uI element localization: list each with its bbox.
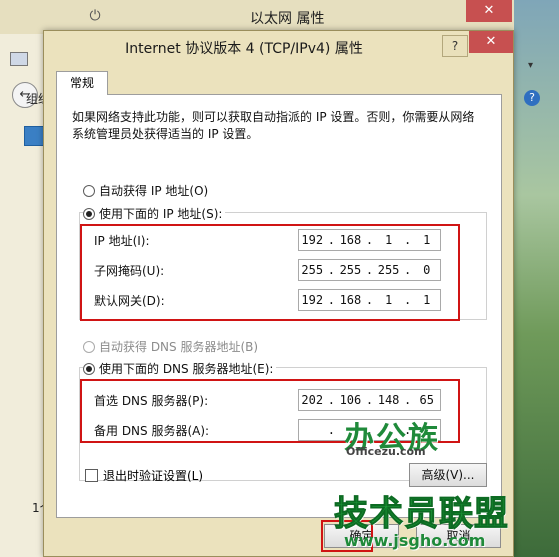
dialog-title: Internet 协议版本 4 (TCP/IPv4) 属性 [125, 41, 363, 57]
watermark-brand2: 技术员联盟 [334, 494, 509, 535]
radio-indicator [83, 340, 95, 353]
background-right-pane: ▾ [514, 34, 559, 557]
dialog-help-button[interactable]: ? [442, 35, 468, 57]
network-adapter-icon: ⏻ [89, 8, 101, 24]
tcpip-properties-dialog: Internet 协议版本 4 (TCP/IPv4) 属性 ? ✕ 常规 如果网… [43, 30, 514, 557]
background-window-title: 以太网 属性 [250, 11, 325, 27]
auto-dns-label: 自动获得 DNS 服务器地址(B) [99, 340, 259, 354]
manual-dns-label: 使用下面的 DNS 服务器地址(E): [99, 362, 274, 376]
radio-indicator [83, 207, 95, 220]
explorer-icon [10, 52, 28, 66]
background-titlebar: ⏻ 以太网 属性 ✕ [0, 0, 514, 34]
auto-ip-label: 自动获得 IP 地址(O) [99, 184, 209, 198]
background-left-pane: ← [0, 34, 44, 557]
dialog-close-button[interactable]: ✕ [469, 31, 513, 53]
help-icon[interactable]: ? [524, 90, 540, 106]
radio-indicator [83, 184, 95, 197]
watermark-brand1-url: Officezu.com [346, 445, 426, 458]
checkbox-indicator [85, 469, 98, 482]
manual-ip-radio[interactable]: 使用下面的 IP 地址(S): [83, 205, 226, 222]
validate-label: 退出时验证设置(L) [103, 469, 204, 483]
chevron-down-icon[interactable]: ▾ [528, 60, 533, 71]
advanced-button[interactable]: 高级(V)... [409, 463, 487, 487]
validate-checkbox[interactable]: 退出时验证设置(L) [85, 467, 203, 484]
ip-highlight-box [80, 224, 460, 321]
description-text: 如果网络支持此功能，则可以获取自动指派的 IP 设置。否则，你需要从网络系统管理… [72, 110, 475, 141]
background-close-button[interactable]: ✕ [466, 0, 512, 22]
tab-general[interactable]: 常规 [56, 71, 108, 95]
radio-indicator [83, 362, 95, 375]
auto-dns-radio[interactable]: 自动获得 DNS 服务器地址(B) [83, 338, 258, 355]
manual-dns-radio[interactable]: 使用下面的 DNS 服务器地址(E): [83, 360, 277, 377]
auto-ip-radio[interactable]: 自动获得 IP 地址(O) [83, 182, 208, 199]
watermark-brand2-url: www.jsgho.com [344, 531, 486, 550]
manual-ip-label: 使用下面的 IP 地址(S): [99, 207, 223, 221]
